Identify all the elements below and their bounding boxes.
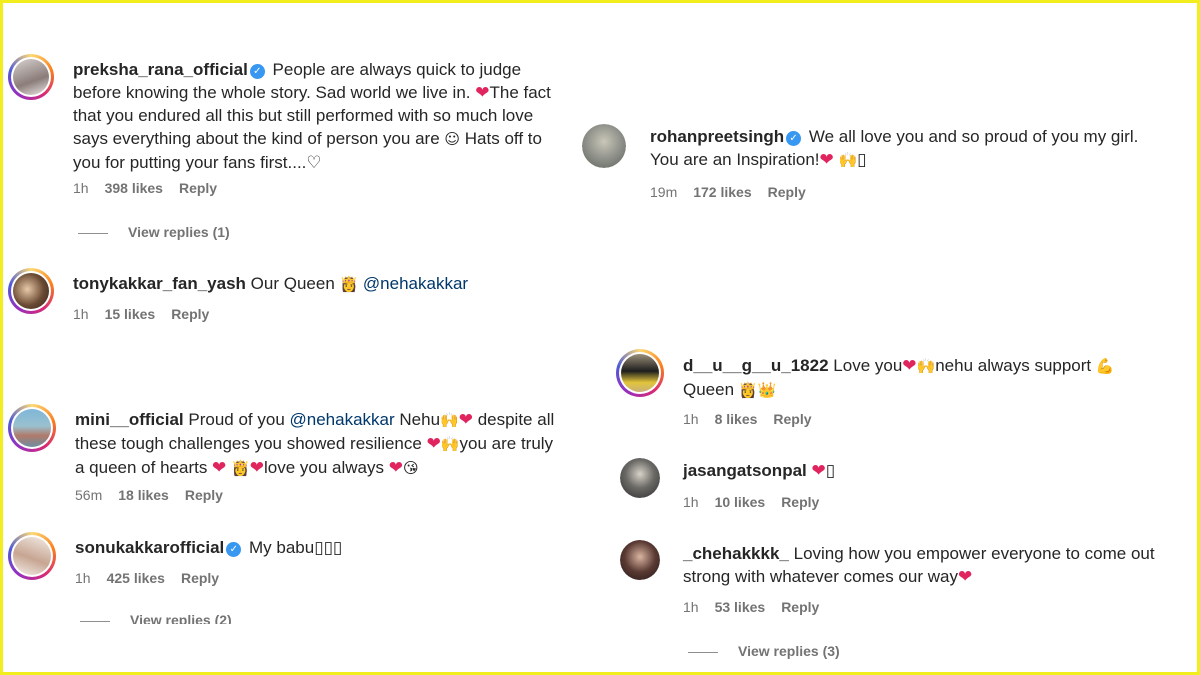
raised-hands-emoji-icon: 🙌 [440, 435, 460, 453]
timestamp: 1h [73, 180, 89, 196]
reply-button[interactable]: Reply [179, 180, 217, 196]
comment-text: mini__official Proud of you @nehakakkar … [75, 410, 555, 477]
heart-icon: ❤ [212, 458, 227, 477]
heart-outline-icon: ♡ [306, 153, 322, 172]
heart-icon: ❤ [249, 458, 264, 477]
username[interactable]: mini__official [75, 410, 184, 429]
comment-text: tonykakkar_fan_yash Our Queen 👸 @nehakak… [73, 274, 469, 293]
raised-hands-emoji-icon: 🙌 [916, 357, 936, 375]
username[interactable]: preksha_rana_official [73, 60, 248, 79]
timestamp: 1h [683, 411, 699, 427]
divider [688, 651, 718, 653]
comment-meta: 1h 398 likes Reply [73, 180, 233, 196]
username[interactable]: rohanpreetsingh [650, 127, 784, 146]
likes-count[interactable]: 172 likes [693, 184, 751, 200]
reply-button[interactable]: Reply [773, 411, 811, 427]
username[interactable]: jasangatsonpal [683, 461, 807, 480]
timestamp: 1h [73, 306, 89, 322]
kiss-emoji-icon: 😘 [402, 459, 419, 477]
raised-hands-emoji-icon: 🙌 [440, 411, 459, 429]
comment-text: rohanpreetsingh ✓ We all love you and so … [650, 127, 1139, 169]
comment-mini: mini__official Proud of you @nehakakkar … [8, 404, 568, 504]
avatar[interactable] [616, 349, 664, 397]
princess-emoji-icon: 👸 [231, 459, 250, 477]
comment-meta: 1h 8 likes Reply [683, 411, 828, 427]
smile-emoji-icon: ☺ [444, 130, 461, 148]
divider [78, 232, 108, 234]
reply-button[interactable]: Reply [768, 184, 806, 200]
mention-link[interactable]: @nehakakkar [290, 410, 395, 429]
verified-badge-icon: ✓ [786, 131, 802, 146]
comment-sonukakkar: sonukakkarofficial ✓ My babu▯▯▯ 1h 425 lik… [8, 532, 568, 624]
comment-text: preksha_rana_official ✓ People are always… [73, 60, 551, 172]
avatar[interactable] [620, 458, 660, 498]
avatar[interactable] [8, 404, 56, 452]
flexed-biceps-emoji-icon: 💪 [1095, 357, 1115, 375]
comment-text: d__u__g__u_1822 Love you❤🙌nehu always su… [683, 356, 1115, 399]
reply-button[interactable]: Reply [781, 494, 819, 510]
comment-chehak: _chehakkkk_ Loving how you empower every… [620, 540, 1180, 665]
divider [80, 620, 110, 622]
timestamp: 19m [650, 184, 678, 200]
avatar[interactable] [620, 540, 660, 580]
verified-badge-icon: ✓ [249, 64, 265, 79]
heart-icon: ❤ [388, 458, 403, 477]
comment-meta: 19m 172 likes Reply [650, 184, 822, 200]
avatar[interactable] [8, 54, 54, 100]
likes-count[interactable]: 10 likes [715, 494, 766, 510]
reply-button[interactable]: Reply [185, 487, 223, 503]
comment-preksha: preksha_rana_official ✓ People are always… [8, 54, 568, 244]
likes-count[interactable]: 398 likes [105, 180, 163, 196]
heart-icon: ❤ [426, 434, 441, 453]
heart-icon: ❤ [458, 410, 473, 429]
verified-badge-icon: ✓ [226, 542, 242, 557]
likes-count[interactable]: 425 likes [107, 570, 165, 586]
comment-meta: 1h 425 likes Reply [75, 570, 235, 586]
heart-icon: ❤ [811, 461, 826, 480]
username[interactable]: tonykakkar_fan_yash [73, 274, 246, 293]
comment-tonykakkar: tonykakkar_fan_yash Our Queen 👸 @nehakak… [8, 268, 568, 328]
timestamp: 1h [75, 570, 91, 586]
comment-jasangat: jasangatsonpal ❤▯ 1h 10 likes Reply [620, 458, 1180, 518]
likes-count[interactable]: 18 likes [118, 487, 169, 503]
likes-count[interactable]: 53 likes [715, 599, 766, 615]
view-replies-button[interactable]: View replies (3) [688, 643, 840, 659]
view-replies-clip: View replies (2) [80, 612, 380, 624]
princess-emoji-icon: 👸 [339, 275, 359, 293]
comment-dugu: d__u__g__u_1822 Love you❤🙌nehu always su… [616, 349, 1176, 434]
avatar[interactable] [8, 268, 54, 314]
comment-meta: 1h 10 likes Reply [683, 494, 835, 510]
timestamp: 56m [75, 487, 103, 503]
view-replies-button[interactable]: View replies (1) [78, 224, 230, 240]
username[interactable]: d__u__g__u_1822 [683, 356, 829, 375]
comment-text: jasangatsonpal ❤▯ [683, 461, 836, 480]
heart-icon: ❤ [819, 150, 834, 169]
reply-button[interactable]: Reply [171, 306, 209, 322]
timestamp: 1h [683, 494, 699, 510]
comment-meta: 56m 18 likes Reply [75, 487, 239, 503]
heart-icon: ❤ [957, 567, 973, 586]
username[interactable]: sonukakkarofficial [75, 538, 224, 557]
likes-count[interactable]: 8 likes [715, 411, 758, 427]
likes-count[interactable]: 15 likes [105, 306, 156, 322]
raised-hands-emoji-icon: 🙌 [838, 151, 858, 169]
reply-button[interactable]: Reply [781, 599, 819, 615]
comment-rohanpreet: rohanpreetsingh ✓ We all love you and so … [582, 124, 1162, 204]
username[interactable]: _chehakkkk_ [683, 544, 789, 563]
princess-emoji-icon: 👸 [738, 381, 758, 399]
avatar[interactable] [582, 124, 626, 168]
comment-meta: 1h 15 likes Reply [73, 306, 225, 322]
comment-text: sonukakkarofficial ✓ My babu▯▯▯ [75, 538, 343, 557]
timestamp: 1h [683, 599, 699, 615]
crown-emoji-icon: 👑 [757, 381, 777, 399]
mention-link[interactable]: @nehakakkar [363, 274, 468, 293]
avatar[interactable] [8, 532, 56, 580]
comment-text: _chehakkkk_ Loving how you empower every… [683, 544, 1155, 586]
reply-button[interactable]: Reply [181, 570, 219, 586]
heart-icon: ❤ [902, 356, 917, 375]
view-replies-button[interactable]: View replies (2) [80, 612, 232, 624]
comment-meta: 1h 53 likes Reply [683, 599, 835, 615]
heart-icon: ❤ [475, 83, 490, 102]
